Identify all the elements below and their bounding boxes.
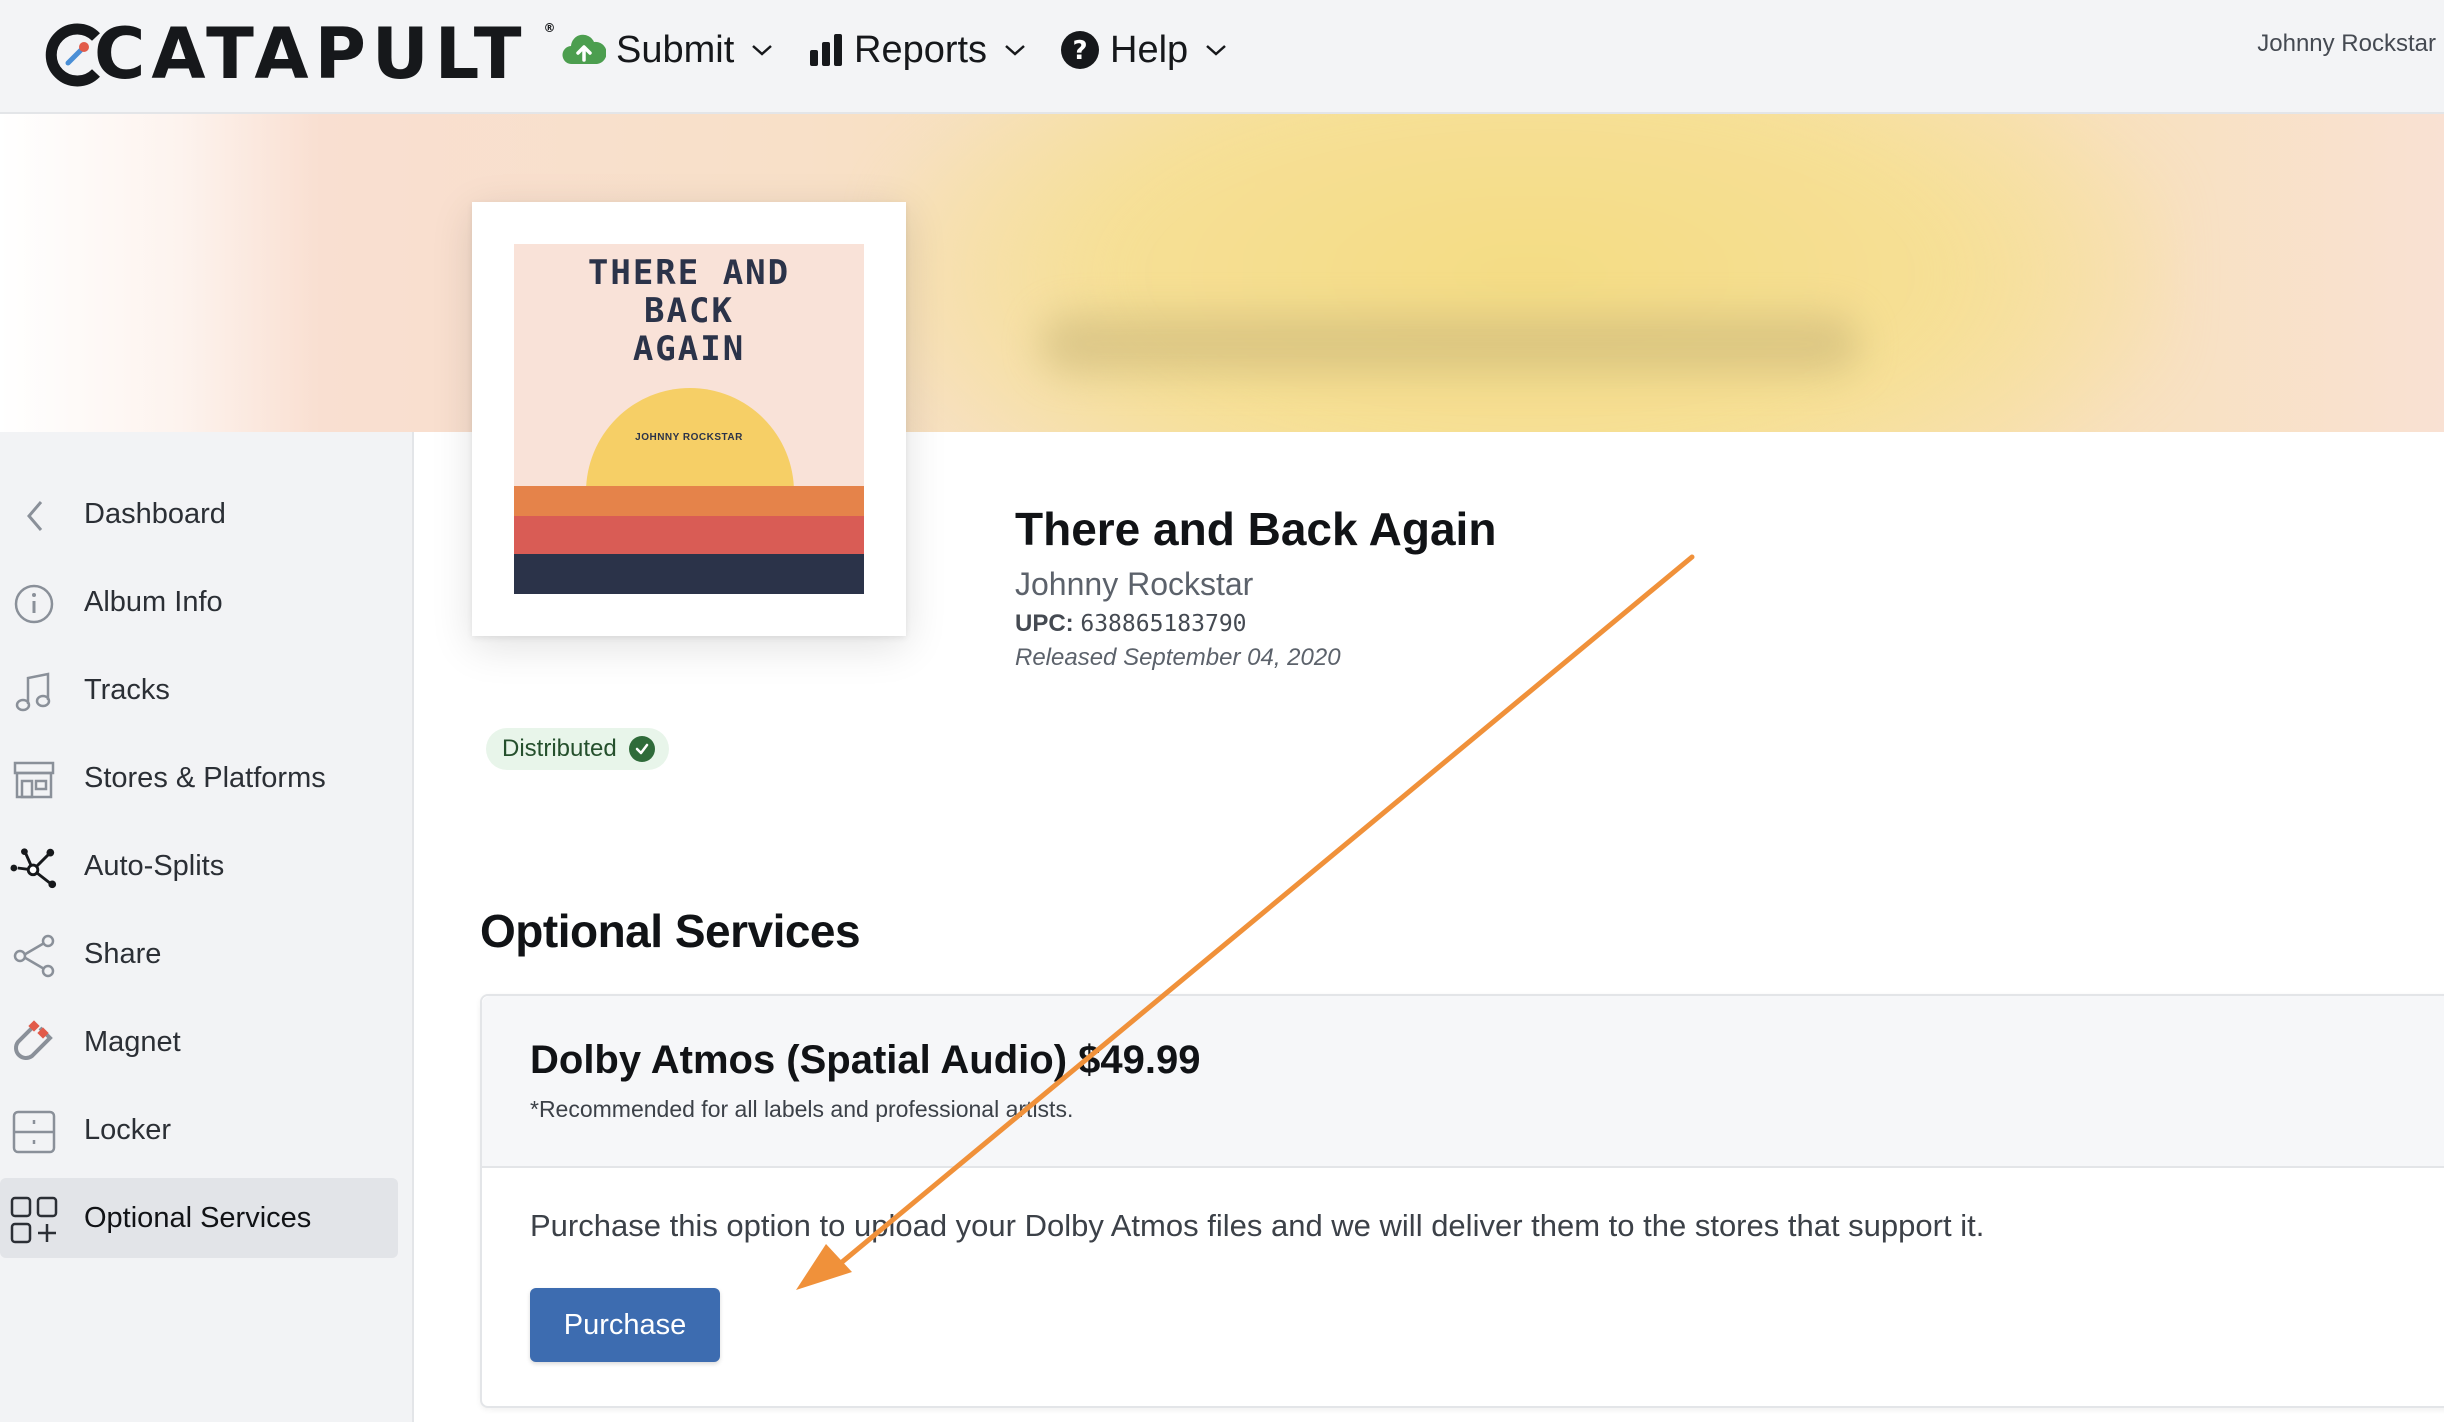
hero-background-glow bbox=[880, 114, 2180, 432]
hero-blurred-title bbox=[1040, 314, 1860, 374]
section-title-optional-services: Optional Services bbox=[480, 905, 861, 957]
grid-plus-icon bbox=[10, 1196, 58, 1244]
album-upc: UPC: 638865183790 bbox=[1015, 610, 1247, 638]
sidebar-item-label: Optional Services bbox=[84, 1201, 312, 1234]
sidebar-item-auto-splits[interactable]: Auto-Splits bbox=[0, 826, 398, 906]
top-navigation-bar: CATAPULT ® Submit Reports ? Help Johnny … bbox=[0, 0, 2444, 114]
cover-stripe-navy bbox=[514, 554, 864, 594]
sidebar-item-label: Magnet bbox=[84, 1025, 181, 1058]
cover-title-text: THERE AND BACK AGAIN bbox=[587, 253, 791, 369]
service-card-header: Dolby Atmos (Spatial Audio) $49.99 *Reco… bbox=[482, 996, 2444, 1168]
album-release-date: Released September 04, 2020 bbox=[1015, 644, 1341, 671]
album-cover-card: THERE AND BACK AGAIN JOHNNY ROCKSTAR bbox=[472, 202, 906, 636]
album-artist: Johnny Rockstar bbox=[1015, 566, 1254, 602]
cover-stripe-red bbox=[514, 516, 864, 554]
sidebar-item-label: Locker bbox=[84, 1113, 172, 1146]
album-title: There and Back Again bbox=[1015, 503, 1497, 555]
sidebar-item-label: Auto-Splits bbox=[84, 849, 225, 882]
purchase-button[interactable]: Purchase bbox=[530, 1288, 720, 1362]
album-hero-banner bbox=[0, 114, 2444, 432]
sidebar-item-dashboard[interactable]: Dashboard bbox=[0, 474, 398, 554]
info-circle-icon bbox=[10, 580, 58, 628]
cover-artist-text: JOHNNY ROCKSTAR bbox=[635, 432, 743, 443]
check-circle-icon bbox=[628, 736, 655, 762]
service-note: *Recommended for all labels and professi… bbox=[530, 1096, 1074, 1122]
sidebar-item-tracks[interactable]: Tracks bbox=[0, 650, 398, 730]
split-network-icon bbox=[10, 844, 58, 892]
album-cover-art: THERE AND BACK AGAIN JOHNNY ROCKSTAR bbox=[514, 244, 864, 594]
bar-chart-icon bbox=[808, 32, 844, 68]
catapult-logo[interactable]: CATAPULT ® bbox=[44, 13, 556, 95]
magnet-icon bbox=[10, 1020, 58, 1068]
sidebar-item-stores-platforms[interactable]: Stores & Platforms bbox=[0, 738, 398, 818]
svg-text:?: ? bbox=[1072, 36, 1087, 66]
logo-text: CATAPULT bbox=[94, 13, 528, 95]
sidebar-item-album-info[interactable]: Album Info bbox=[0, 562, 398, 642]
storefront-icon bbox=[10, 756, 58, 804]
nav-reports[interactable]: Reports bbox=[808, 22, 1027, 78]
sidebar-item-label: Share bbox=[84, 937, 162, 970]
sidebar-item-label: Dashboard bbox=[84, 497, 226, 530]
sidebar-item-label: Stores & Platforms bbox=[84, 761, 326, 794]
chevron-left-icon bbox=[10, 492, 58, 540]
music-note-icon bbox=[10, 668, 58, 716]
nav-help-label: Help bbox=[1110, 28, 1189, 71]
sidebar-item-locker[interactable]: Locker bbox=[0, 1090, 398, 1170]
sidebar-item-optional-services[interactable]: Optional Services bbox=[0, 1178, 398, 1258]
question-circle-icon: ? bbox=[1060, 30, 1100, 70]
upc-label: UPC: bbox=[1015, 610, 1074, 637]
service-description: Purchase this option to upload your Dolb… bbox=[530, 1208, 1985, 1243]
registered-mark: ® bbox=[543, 21, 562, 35]
sidebar-item-label: Tracks bbox=[84, 673, 170, 706]
album-sidebar: Dashboard Album Info Tracks Stores & Pla… bbox=[0, 432, 414, 1422]
cloud-upload-icon bbox=[562, 32, 606, 68]
nav-submit[interactable]: Submit bbox=[562, 22, 774, 78]
chevron-down-icon bbox=[1003, 42, 1027, 58]
status-label: Distributed bbox=[502, 735, 617, 762]
cover-stripe-orange bbox=[514, 486, 864, 516]
chevron-down-icon bbox=[750, 42, 774, 58]
service-name: Dolby Atmos (Spatial Audio) $49.99 bbox=[530, 1038, 1201, 1082]
service-card-dolby-atmos: Dolby Atmos (Spatial Audio) $49.99 *Reco… bbox=[480, 994, 2444, 1408]
user-menu[interactable]: Johnny Rockstar bbox=[2257, 30, 2436, 58]
locker-icon bbox=[10, 1108, 58, 1156]
sidebar-item-share[interactable]: Share bbox=[0, 914, 398, 994]
sidebar-item-label: Album Info bbox=[84, 585, 223, 618]
sidebar-item-magnet[interactable]: Magnet bbox=[0, 1002, 398, 1082]
share-icon bbox=[10, 932, 58, 980]
status-badge: Distributed bbox=[486, 728, 669, 770]
upc-value: 638865183790 bbox=[1080, 611, 1247, 637]
chevron-down-icon bbox=[1204, 42, 1228, 58]
nav-help[interactable]: ? Help bbox=[1060, 22, 1228, 78]
nav-reports-label: Reports bbox=[854, 28, 988, 71]
nav-submit-label: Submit bbox=[616, 28, 735, 71]
